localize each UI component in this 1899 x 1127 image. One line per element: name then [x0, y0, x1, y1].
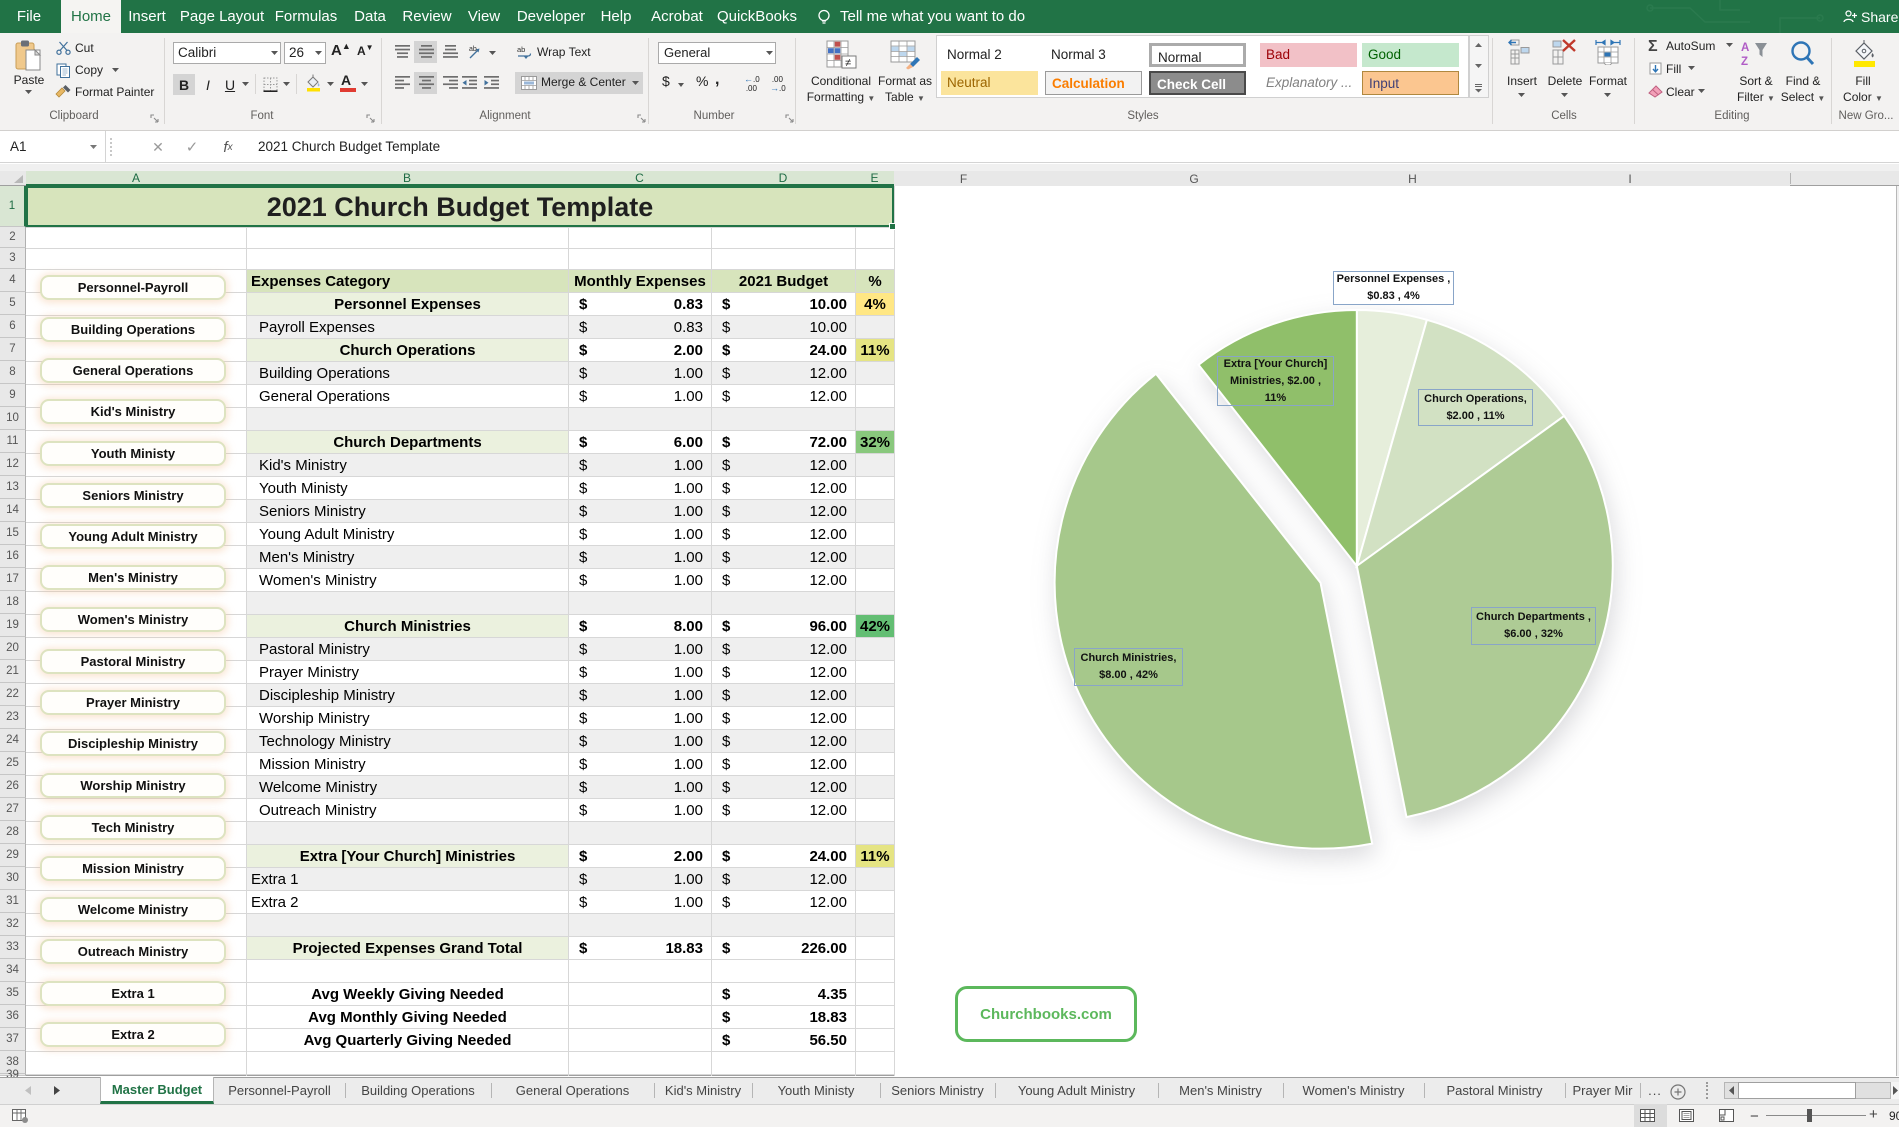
svg-text:≠: ≠: [845, 57, 851, 69]
svg-text:A: A: [1741, 42, 1749, 54]
svg-text:ab: ab: [469, 46, 477, 53]
svg-text:ab: ab: [517, 45, 525, 54]
svg-text:Z: Z: [1741, 56, 1748, 68]
